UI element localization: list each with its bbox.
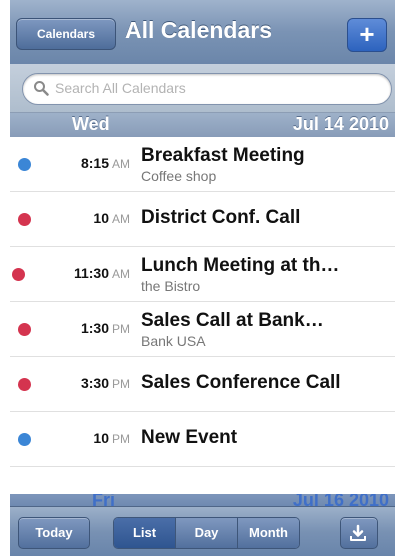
event-time: 10 AM [93, 210, 130, 228]
event-row[interactable]: 10 AM District Conf. Call [10, 192, 395, 247]
event-title: Sales Conference Call [141, 372, 341, 393]
event-title: New Event [141, 427, 238, 448]
event-title: Breakfast Meeting [141, 145, 305, 166]
search-bar [10, 64, 395, 113]
event-time-value: 8:15 [80, 155, 109, 171]
search-input[interactable] [55, 77, 375, 99]
event-time: 8:15 AM [81, 155, 130, 173]
event-location: Coffee shop [141, 168, 217, 184]
download-button[interactable] [340, 517, 378, 549]
event-time-ampm: PM [112, 377, 130, 391]
event-location: Bank USA [141, 333, 206, 349]
event-title: Lunch Meeting at th… [141, 255, 340, 276]
event-time-ampm: PM [112, 322, 130, 336]
nav-bar: Calendars All Calendars + [10, 0, 395, 65]
segment-list[interactable]: List [114, 518, 176, 548]
today-button[interactable]: Today [18, 517, 90, 549]
event-list: 8:15 AM Breakfast Meeting Coffee shop 10 A… [10, 137, 395, 467]
view-segmented-control: List Day Month [113, 517, 300, 549]
event-time: 1:30 PM [81, 320, 130, 338]
download-icon [350, 524, 366, 541]
calendar-color-dot [18, 378, 31, 391]
calendar-color-dot [18, 158, 31, 171]
event-time-value: 11:30 [73, 265, 109, 281]
calendar-color-dot [18, 213, 31, 226]
event-time-ampm: AM [112, 157, 130, 171]
event-time-value: 3:30 [80, 375, 109, 391]
day-header-weekday: Wed [72, 114, 110, 134]
event-row[interactable]: 3:30 PM Sales Conference Call [10, 357, 395, 412]
search-field[interactable] [22, 73, 392, 105]
event-time-value: 1:30 [80, 320, 109, 336]
event-time-ampm: PM [112, 432, 130, 446]
bottom-toolbar: Today List Day Month [10, 506, 395, 556]
event-title: District Conf. Call [141, 207, 301, 228]
add-event-button[interactable]: + [347, 18, 387, 52]
segment-month[interactable]: Month [238, 518, 299, 548]
event-row[interactable]: 1:30 PM Sales Call at Bank… Bank USA [10, 302, 395, 357]
page-title: All Calendars [125, 17, 272, 43]
calendar-app: Calendars All Calendars + Wed Jul 14 201… [10, 0, 395, 556]
event-time-ampm: AM [112, 267, 130, 281]
day-header-date: Jul 14 2010 [292, 114, 389, 134]
event-time: 11:30 AM [74, 265, 130, 283]
event-time-value: 10 [93, 210, 109, 226]
event-time-ampm: AM [112, 212, 130, 226]
segment-day[interactable]: Day [176, 518, 238, 548]
calendar-color-dot [18, 323, 31, 336]
event-time: 3:30 PM [81, 375, 130, 393]
event-time-value: 10 [93, 430, 109, 446]
event-location: the Bistro [141, 278, 201, 294]
event-row[interactable]: 8:15 AM Breakfast Meeting Coffee shop [10, 137, 395, 192]
calendars-button[interactable]: Calendars [16, 18, 116, 50]
day-header: Wed Jul 14 2010 [10, 113, 395, 137]
search-icon [34, 81, 49, 96]
event-time: 10 PM [93, 430, 130, 448]
event-row[interactable]: 11:30 AM Lunch Meeting at th… the Bistro [10, 247, 395, 302]
event-row[interactable]: 10 PM New Event [10, 412, 395, 467]
event-title: Sales Call at Bank… [141, 310, 324, 331]
calendar-color-dot [18, 433, 31, 446]
calendar-color-dot [12, 268, 25, 281]
